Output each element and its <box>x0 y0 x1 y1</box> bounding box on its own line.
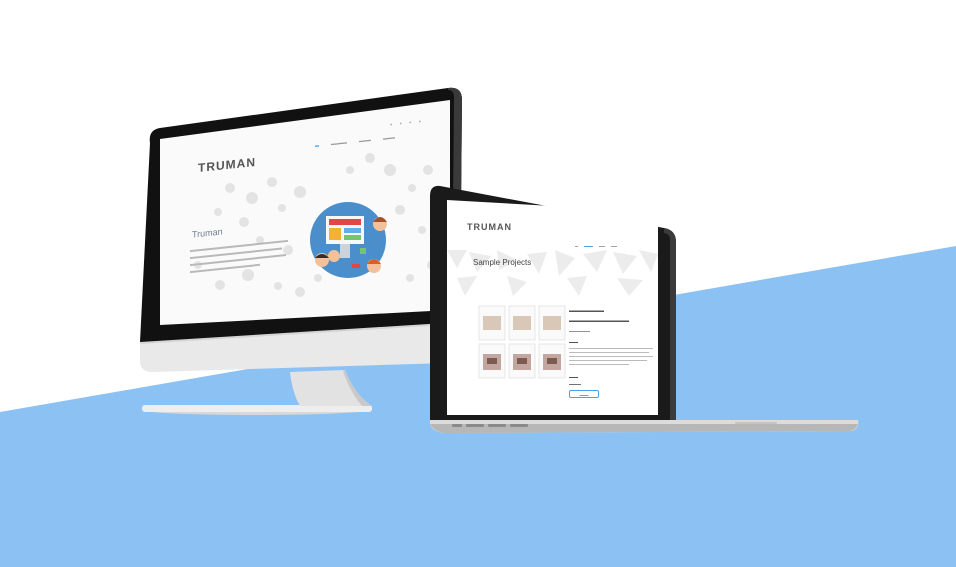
laptop-base <box>430 420 859 433</box>
device-mockup-scene: ● ● ● ● ▬ ▬▬▬▬ ▬▬▬ ▬▬▬ TRUMAN Truman TRU… <box>0 0 956 567</box>
